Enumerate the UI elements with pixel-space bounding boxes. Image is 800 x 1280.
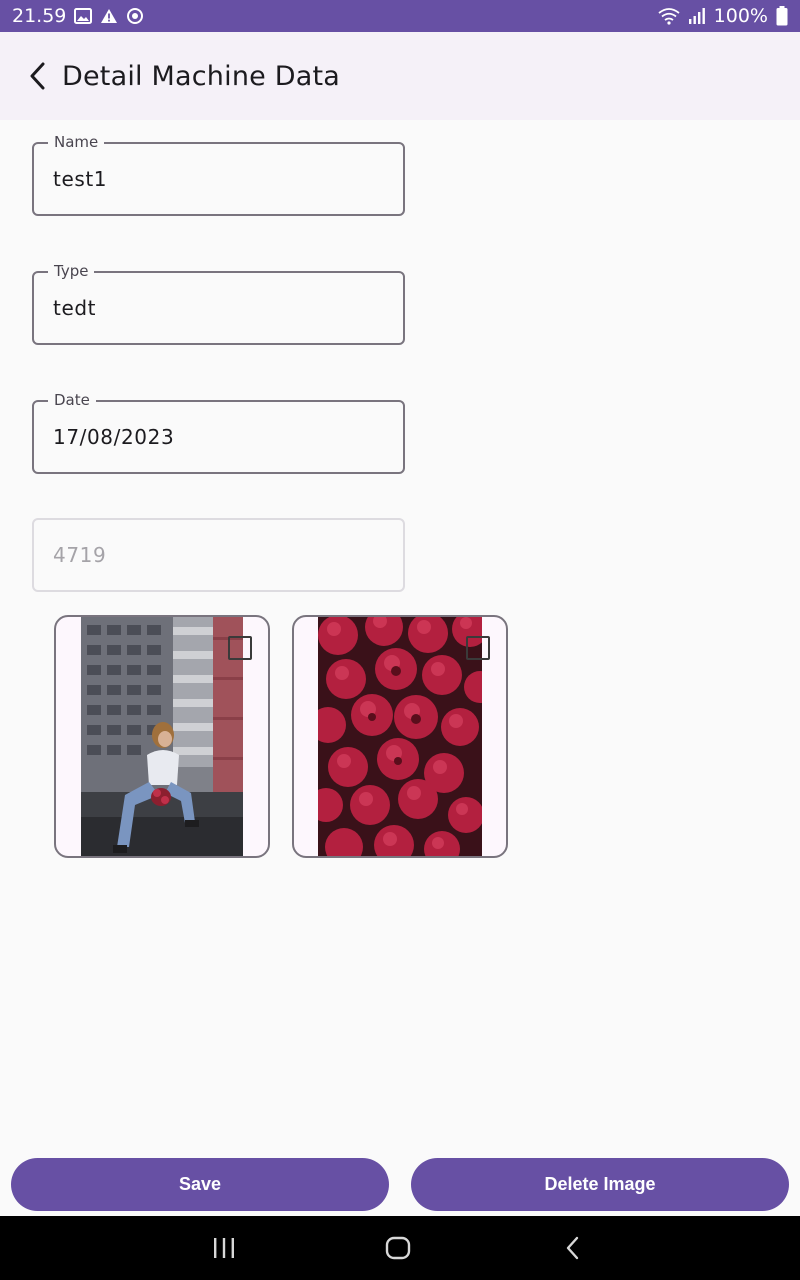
name-field: Name: [32, 133, 405, 216]
image-card[interactable]: [292, 615, 508, 858]
recent-apps-icon: [214, 1238, 234, 1258]
delete-image-button[interactable]: Delete Image: [411, 1158, 789, 1211]
image-icon: [74, 8, 93, 24]
status-time: 21.59: [12, 5, 67, 27]
nav-back-button[interactable]: [553, 1232, 593, 1264]
type-field: Type: [32, 262, 405, 345]
type-input[interactable]: [53, 273, 383, 343]
date-input[interactable]: [53, 402, 383, 472]
home-icon: [385, 1236, 411, 1260]
image-select-checkbox[interactable]: [466, 636, 490, 660]
battery-icon: [776, 6, 788, 26]
back-button[interactable]: [14, 52, 62, 100]
system-nav-bar: [0, 1216, 800, 1280]
status-left: 21.59: [12, 5, 144, 27]
id-input: [53, 520, 383, 590]
date-field: Date: [32, 391, 405, 474]
raspberries-photo: [318, 617, 482, 856]
name-input[interactable]: [53, 144, 383, 214]
page-title: Detail Machine Data: [62, 60, 340, 92]
status-right: 100%: [658, 5, 788, 27]
image-select-checkbox[interactable]: [228, 636, 252, 660]
id-field: [32, 518, 405, 592]
app-bar: Detail Machine Data: [0, 32, 800, 120]
back-arrow-icon: [30, 62, 45, 90]
status-bar: 21.59 100%: [0, 0, 800, 32]
wifi-icon: [658, 8, 680, 25]
building-photo: [81, 617, 243, 856]
home-button[interactable]: [378, 1232, 418, 1264]
image-card[interactable]: [54, 615, 270, 858]
alert-icon: [101, 9, 118, 23]
back-icon: [566, 1236, 579, 1260]
save-button[interactable]: Save: [11, 1158, 389, 1211]
sync-icon: [127, 8, 144, 24]
battery-level: 100%: [713, 5, 768, 27]
signal-icon: [688, 8, 705, 24]
recent-apps-button[interactable]: [204, 1232, 244, 1264]
